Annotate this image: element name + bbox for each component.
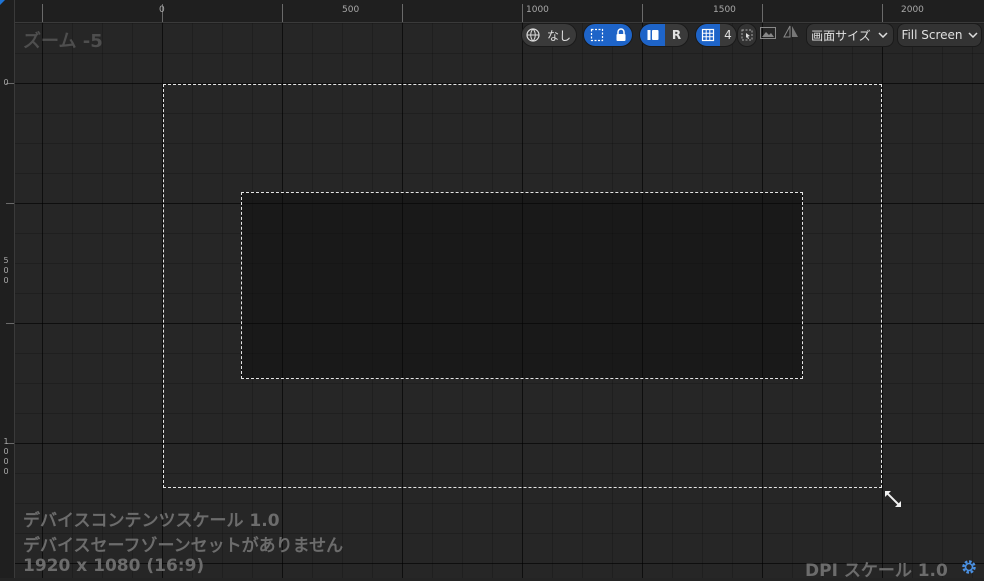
chevron-down-icon [966, 24, 980, 46]
dotted-square-icon[interactable] [584, 24, 609, 46]
fill-screen-label: Fill Screen [901, 28, 963, 42]
ruler-label-1500: 1500 [713, 5, 736, 15]
ruler-label-500: 500 [342, 5, 360, 15]
ruler-tick [42, 4, 43, 22]
zoom-level-label: ズーム -5 [23, 31, 103, 52]
image-icon[interactable] [760, 24, 780, 46]
locale-preview-button[interactable]: なし [521, 23, 577, 47]
resize-arrows-icon[interactable] [884, 490, 902, 508]
screen-size-label: 画面サイズ [811, 28, 871, 43]
screen-size-dropdown[interactable]: 画面サイズ [806, 23, 894, 47]
safe-zone-status-text: デバイスセーフゾーンセットがありません [23, 536, 344, 556]
cursor-select-glyph [738, 24, 756, 46]
ruler-tick [402, 4, 403, 22]
ruler-label-2000: 2000 [901, 5, 924, 15]
gear-icon[interactable] [960, 558, 978, 576]
reset-button[interactable]: R [665, 24, 688, 46]
locale-label: なし [546, 28, 571, 43]
ruler-tick [522, 4, 523, 22]
grid-icon[interactable] [696, 24, 720, 46]
chevron-down-icon [875, 24, 891, 46]
ruler-label-1000: 1 0 0 0 [3, 437, 9, 476]
ruler-corner-marker [0, 0, 5, 5]
safe-zone-toggle-group [583, 23, 633, 47]
ruler-tick [882, 4, 883, 22]
ruler-label-0: 0 [159, 5, 165, 15]
ruler-label-500: 5 0 0 [3, 256, 9, 285]
ruler-tick [642, 4, 643, 22]
vertical-ruler: 0 5 0 0 1 0 0 0 [0, 0, 15, 578]
ruler-label-1000: 1000 [526, 5, 549, 15]
ruler-tick [6, 203, 14, 204]
dpi-scale-text: DPI スケール 1.0 [805, 561, 948, 581]
fill-screen-dropdown[interactable]: Fill Screen [897, 23, 982, 47]
resolution-text: 1920 x 1080 (16:9) [23, 556, 205, 576]
grid-snap-group: 4 [695, 23, 737, 47]
lock-icon[interactable] [609, 24, 632, 46]
flip-icon[interactable] [783, 24, 803, 46]
layout-icon[interactable] [640, 24, 665, 46]
ruler-tick [6, 323, 14, 324]
ruler-label-0: 0 [3, 78, 9, 87]
grid-snap-value[interactable]: 4 [720, 24, 736, 46]
safe-zone-outline [241, 192, 803, 379]
ruler-tick [762, 4, 763, 22]
device-content-scale-text: デバイスコンテンツスケール 1.0 [23, 511, 280, 531]
ruler-tick [282, 4, 283, 22]
cursor-select-icon[interactable] [737, 23, 757, 47]
horizontal-ruler: 0 500 1000 1500 2000 [0, 0, 984, 23]
respect-layout-toggle-group: R [639, 23, 689, 47]
globe-icon [522, 24, 544, 46]
